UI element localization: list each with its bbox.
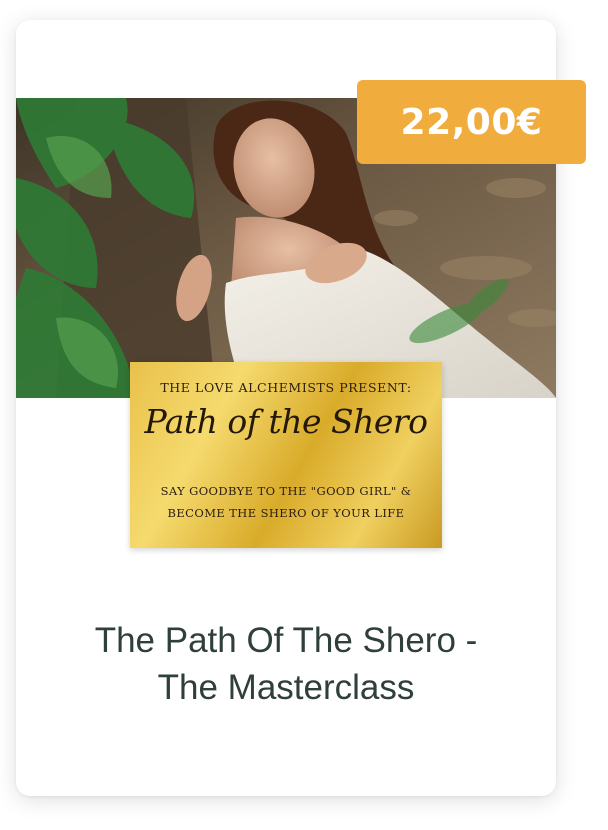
product-title[interactable]: The Path Of The Shero - The Masterclass <box>36 617 536 711</box>
cover-script-title: Path of the Shero <box>144 402 428 441</box>
price-badge: 22,00€ <box>357 80 586 164</box>
product-card[interactable]: The Love Alchemists Present: Path of the… <box>16 20 586 796</box>
product-title-line1: The Path Of The Shero - <box>94 621 478 660</box>
cover-gold-card: The Love Alchemists Present: Path of the… <box>130 362 442 548</box>
cover-tagline-line1: Say goodbye to the "good girl" & <box>160 484 412 498</box>
product-title-line2: The Masterclass <box>157 668 415 707</box>
cover-presenter: The Love Alchemists Present: <box>160 380 412 395</box>
cover-tagline-line2: become the shero of your life <box>167 506 405 520</box>
